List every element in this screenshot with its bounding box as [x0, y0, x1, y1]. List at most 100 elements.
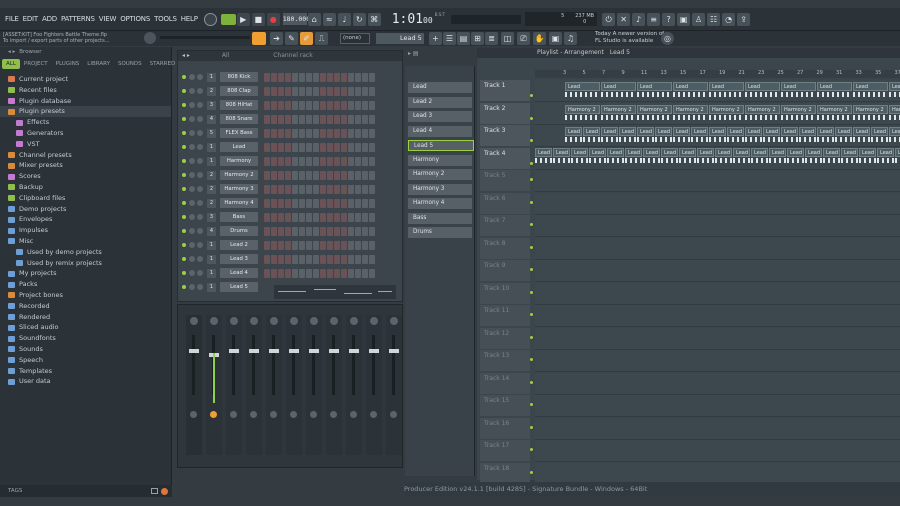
- mixer-strip[interactable]: [266, 315, 282, 455]
- step-button[interactable]: [313, 128, 319, 138]
- pattern-clip[interactable]: Lead: [565, 82, 600, 91]
- step-button[interactable]: [362, 170, 368, 180]
- playlist-time-ruler[interactable]: 3579111315171921232527293133353739: [535, 70, 900, 78]
- step-button[interactable]: [278, 114, 284, 124]
- step-button[interactable]: [362, 212, 368, 222]
- browser-item[interactable]: Misc: [0, 236, 171, 247]
- pattern-clip[interactable]: Lead 5: [679, 147, 696, 157]
- pattern-clip[interactable]: Lead 5: [553, 147, 570, 157]
- mixer-strip[interactable]: [246, 315, 262, 455]
- step-button[interactable]: [271, 72, 277, 82]
- view-piano-roll-icon[interactable]: ▤: [457, 32, 470, 45]
- track-header[interactable]: Track 9: [480, 260, 533, 281]
- rack-arrow-icon[interactable]: ◂ ▸: [182, 52, 190, 59]
- step-button[interactable]: [285, 198, 291, 208]
- step-button[interactable]: [369, 128, 375, 138]
- channel-vol-knob[interactable]: [197, 144, 203, 150]
- step-button[interactable]: [327, 142, 333, 152]
- mixer-send-knob[interactable]: [250, 411, 257, 418]
- step-button[interactable]: [348, 100, 354, 110]
- pattern-clip[interactable]: Harmony 2: [853, 104, 888, 114]
- step-button[interactable]: [306, 100, 312, 110]
- step-button[interactable]: [271, 254, 277, 264]
- channel-row[interactable]: 4 Drums: [180, 225, 400, 237]
- track-header[interactable]: Track 2: [480, 102, 533, 124]
- tempo-display[interactable]: 180.000: [282, 13, 310, 25]
- channel-mixer-track[interactable]: 1: [207, 268, 216, 278]
- step-button[interactable]: [271, 156, 277, 166]
- step-button[interactable]: [278, 212, 284, 222]
- step-button[interactable]: [327, 268, 333, 278]
- step-button[interactable]: [306, 72, 312, 82]
- step-button[interactable]: [264, 184, 270, 194]
- channel-name-button[interactable]: 808 Snare: [220, 114, 258, 124]
- step-button[interactable]: [306, 114, 312, 124]
- step-button[interactable]: [278, 72, 284, 82]
- step-button[interactable]: [341, 114, 347, 124]
- step-button[interactable]: [334, 268, 340, 278]
- step-button[interactable]: [271, 142, 277, 152]
- pattern-clip[interactable]: Lead 3: [727, 127, 744, 136]
- channel-led-icon[interactable]: [182, 243, 186, 247]
- mixer-fader-handle[interactable]: [269, 349, 279, 353]
- step-button[interactable]: [320, 212, 326, 222]
- step-button[interactable]: [299, 86, 305, 96]
- step-button[interactable]: [271, 184, 277, 194]
- tags-settings-icon[interactable]: [161, 488, 168, 495]
- pattern-clip[interactable]: Harmony 2: [817, 104, 852, 114]
- track-lane[interactable]: Lead 5Lead 5Lead 5Lead 5Lead 5Lead 5Lead…: [535, 147, 900, 170]
- browser-tab-plugins[interactable]: PLUGINS: [52, 59, 84, 69]
- piano-roll-preview[interactable]: [274, 285, 396, 299]
- plugin-icon[interactable]: ♙: [692, 12, 706, 26]
- channel-pan-knob[interactable]: [189, 74, 195, 80]
- channel-led-icon[interactable]: [182, 103, 186, 107]
- browser-item[interactable]: Impulses: [0, 225, 171, 236]
- mixer-pan-knob[interactable]: [330, 317, 338, 325]
- track-lane[interactable]: [535, 372, 900, 395]
- tags-folder-icon[interactable]: [151, 488, 158, 494]
- browser-item[interactable]: Packs: [0, 279, 171, 290]
- play-button[interactable]: ▶: [236, 12, 250, 26]
- track-lane[interactable]: Lead 3Lead 3Lead 3Lead 3Lead 3Lead 3Lead…: [535, 125, 900, 147]
- channel-mixer-track[interactable]: 2: [207, 198, 216, 208]
- browser-item[interactable]: Mixer presets: [0, 160, 171, 171]
- step-button[interactable]: [271, 128, 277, 138]
- pattern-item[interactable]: Lead 5: [408, 140, 474, 151]
- pattern-clip[interactable]: Lead 3: [619, 127, 636, 136]
- channel-row[interactable]: 4 808 Snare: [180, 113, 400, 125]
- loop-record-icon[interactable]: ↻: [352, 12, 366, 26]
- track-lane[interactable]: [535, 170, 900, 192]
- channel-vol-knob[interactable]: [197, 200, 203, 206]
- channel-led-icon[interactable]: [182, 117, 186, 121]
- mixer-pan-knob[interactable]: [270, 317, 278, 325]
- step-button[interactable]: [355, 142, 361, 152]
- step-button[interactable]: [341, 240, 347, 250]
- channel-vol-knob[interactable]: [197, 214, 203, 220]
- step-button[interactable]: [306, 142, 312, 152]
- channel-name-button[interactable]: Harmony 4: [220, 198, 258, 208]
- pattern-item[interactable]: Harmony 4: [408, 198, 472, 209]
- step-button[interactable]: [313, 212, 319, 222]
- snap-selector[interactable]: (none): [340, 33, 370, 44]
- mixer-pan-knob[interactable]: [370, 317, 378, 325]
- mixer-fader[interactable]: [272, 335, 275, 395]
- mixer-send-knob[interactable]: [330, 411, 337, 418]
- step-button[interactable]: [355, 184, 361, 194]
- view-note-icon[interactable]: ♫: [564, 32, 577, 45]
- channel-mixer-track[interactable]: 1: [207, 240, 216, 250]
- step-button[interactable]: [320, 198, 326, 208]
- step-button[interactable]: [313, 86, 319, 96]
- step-button[interactable]: [306, 156, 312, 166]
- step-button[interactable]: [264, 240, 270, 250]
- step-button[interactable]: [341, 100, 347, 110]
- step-button[interactable]: [278, 268, 284, 278]
- channel-vol-knob[interactable]: [197, 228, 203, 234]
- channel-pan-knob[interactable]: [189, 144, 195, 150]
- channel-pan-knob[interactable]: [189, 102, 195, 108]
- step-button[interactable]: [278, 128, 284, 138]
- mixer-fader-handle[interactable]: [249, 349, 259, 353]
- step-button[interactable]: [264, 128, 270, 138]
- step-button[interactable]: [299, 114, 305, 124]
- save-icon[interactable]: ▣: [677, 12, 691, 26]
- channel-mixer-track[interactable]: 1: [207, 282, 216, 292]
